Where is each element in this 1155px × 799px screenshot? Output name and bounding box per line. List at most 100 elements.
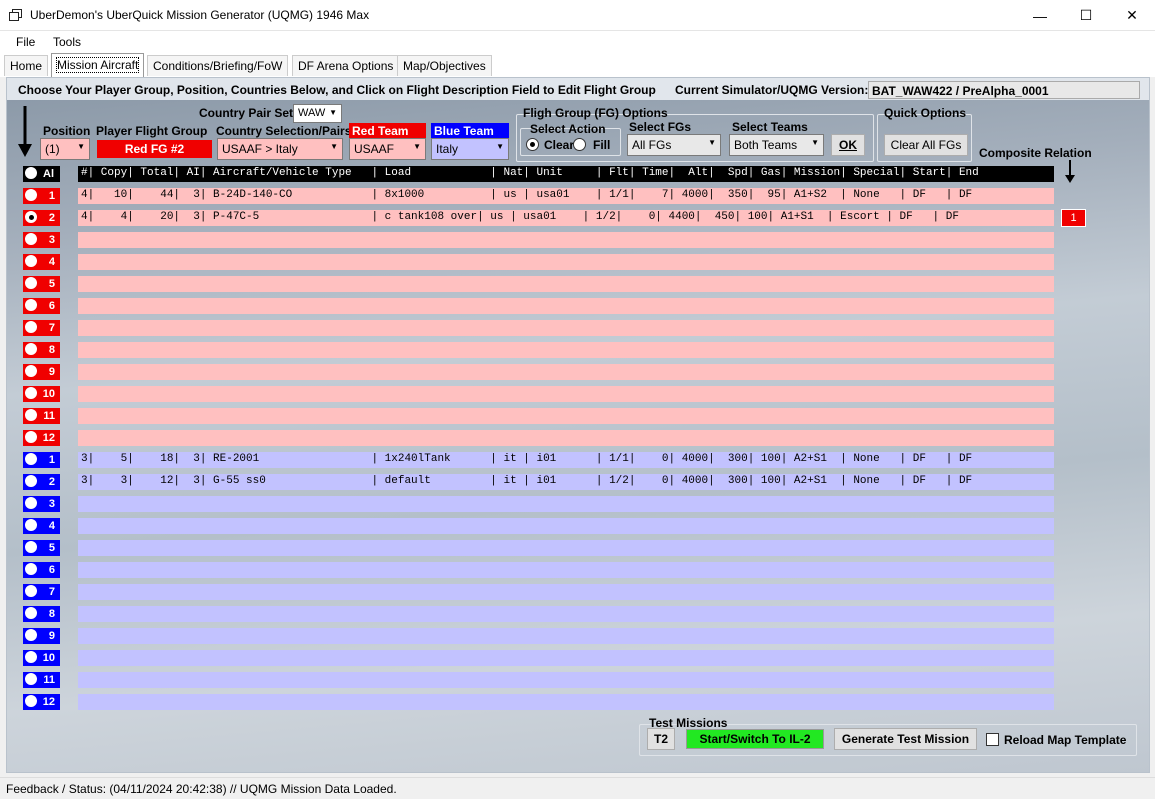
blue-fg-radio[interactable] [25, 563, 37, 575]
select-all-radio[interactable] [25, 167, 37, 179]
red-fg-selector[interactable]: 4 [23, 254, 60, 270]
red-fg-description[interactable] [78, 342, 1054, 358]
red-fg-radio[interactable] [25, 409, 37, 421]
generate-test-mission-button[interactable]: Generate Test Mission [834, 728, 977, 750]
blue-fg-description[interactable] [78, 518, 1054, 534]
red-fg-radio[interactable] [25, 343, 37, 355]
red-fg-selector[interactable]: 6 [23, 298, 60, 314]
red-fg-radio[interactable] [25, 211, 37, 223]
red-fg-description[interactable] [78, 364, 1054, 380]
ok-button[interactable]: OK [831, 134, 865, 156]
blue-fg-selector[interactable]: 1 [23, 452, 60, 468]
red-fg-description[interactable] [78, 232, 1054, 248]
start-il2-button[interactable]: Start/Switch To IL-2 [686, 729, 824, 749]
blue-fg-selector[interactable]: 7 [23, 584, 60, 600]
red-fg-description[interactable] [78, 254, 1054, 270]
red-fg-selector[interactable]: 9 [23, 364, 60, 380]
blue-fg-description[interactable] [78, 694, 1054, 710]
blue-fg-selector[interactable]: 6 [23, 562, 60, 578]
blue-fg-description[interactable] [78, 628, 1054, 644]
blue-fg-selector[interactable]: 12 [23, 694, 60, 710]
red-fg-description[interactable]: 4| 4| 20| 3| P-47C-5 | c tank108 over| u… [78, 210, 1054, 226]
select-fgs-combo[interactable]: All FGs ▼ [627, 134, 721, 156]
red-fg-description[interactable]: 4| 10| 44| 3| B-24D-140-CO | 8x1000 | us… [78, 188, 1054, 204]
red-fg-radio[interactable] [25, 189, 37, 201]
blue-fg-description[interactable]: 3| 3| 12| 3| G-55 ss0 | default | it | i… [78, 474, 1054, 490]
menu-file[interactable]: File [16, 35, 35, 49]
red-fg-selector[interactable]: 12 [23, 430, 60, 446]
tab-home[interactable]: Home [4, 55, 49, 76]
blue-fg-description[interactable] [78, 584, 1054, 600]
red-fg-selector[interactable]: 10 [23, 386, 60, 402]
blue-fg-description[interactable] [78, 672, 1054, 688]
blue-fg-radio[interactable] [25, 651, 37, 663]
blue-fg-description[interactable] [78, 650, 1054, 666]
select-all-row[interactable]: Al [23, 166, 60, 182]
red-fg-radio[interactable] [25, 255, 37, 267]
red-fg-radio[interactable] [25, 299, 37, 311]
blue-fg-selector[interactable]: 2 [23, 474, 60, 490]
red-fg-radio[interactable] [25, 233, 37, 245]
red-fg-description[interactable] [78, 276, 1054, 292]
red-fg-description[interactable] [78, 408, 1054, 424]
blue-fg-description[interactable] [78, 606, 1054, 622]
menu-tools[interactable]: Tools [53, 35, 81, 49]
blue-fg-description[interactable] [78, 540, 1054, 556]
blue-fg-selector[interactable]: 11 [23, 672, 60, 688]
blue-fg-radio[interactable] [25, 541, 37, 553]
red-fg-radio[interactable] [25, 387, 37, 399]
blue-fg-selector[interactable]: 9 [23, 628, 60, 644]
tab-conditions[interactable]: Conditions/Briefing/FoW [147, 55, 289, 76]
fill-radio[interactable] [573, 138, 586, 151]
red-fg-selector[interactable]: 1 [23, 188, 60, 204]
blue-fg-description[interactable]: 3| 5| 18| 3| RE-2001 | 1x240lTank | it |… [78, 452, 1054, 468]
red-fg-description[interactable] [78, 430, 1054, 446]
blue-fg-radio[interactable] [25, 475, 37, 487]
close-button[interactable]: ✕ [1109, 0, 1155, 31]
blue-fg-description[interactable] [78, 562, 1054, 578]
clear-radio[interactable] [526, 138, 539, 151]
red-fg-radio[interactable] [25, 365, 37, 377]
country-selection-combo[interactable]: USAAF > Italy ▼ [217, 138, 343, 160]
red-fg-selector[interactable]: 8 [23, 342, 60, 358]
blue-fg-description[interactable] [78, 496, 1054, 512]
red-fg-selector[interactable]: 11 [23, 408, 60, 424]
red-fg-radio[interactable] [25, 431, 37, 443]
player-fg-value[interactable]: Red FG #2 [97, 140, 212, 158]
country-pair-set-combo[interactable]: WAW ▼ [293, 104, 342, 123]
blue-fg-selector[interactable]: 8 [23, 606, 60, 622]
red-fg-description[interactable] [78, 320, 1054, 336]
select-teams-combo[interactable]: Both Teams ▼ [729, 134, 824, 156]
blue-fg-selector[interactable]: 3 [23, 496, 60, 512]
red-fg-radio[interactable] [25, 277, 37, 289]
blue-fg-radio[interactable] [25, 585, 37, 597]
blue-fg-radio[interactable] [25, 453, 37, 465]
clear-all-fgs-button[interactable]: Clear All FGs [884, 134, 968, 156]
reload-map-checkbox[interactable] [986, 733, 999, 746]
red-fg-selector[interactable]: 5 [23, 276, 60, 292]
red-team-combo[interactable]: USAAF ▼ [349, 138, 426, 160]
maximize-button[interactable]: ☐ [1063, 0, 1109, 31]
blue-fg-selector[interactable]: 5 [23, 540, 60, 556]
tab-map-objectives[interactable]: Map/Objectives [397, 55, 492, 76]
red-fg-selector[interactable]: 3 [23, 232, 60, 248]
tab-mission-aircraft[interactable]: Mission Aircraft [51, 53, 145, 77]
red-fg-radio[interactable] [25, 321, 37, 333]
composite-relation-value[interactable]: 1 [1061, 209, 1086, 227]
position-combo[interactable]: (1) ▼ [40, 138, 90, 160]
red-fg-selector[interactable]: 2 [23, 210, 60, 226]
blue-fg-radio[interactable] [25, 497, 37, 509]
red-fg-selector[interactable]: 7 [23, 320, 60, 336]
blue-fg-radio[interactable] [25, 519, 37, 531]
blue-fg-radio[interactable] [25, 673, 37, 685]
red-fg-description[interactable] [78, 298, 1054, 314]
red-fg-description[interactable] [78, 386, 1054, 402]
blue-fg-radio[interactable] [25, 607, 37, 619]
blue-fg-selector[interactable]: 4 [23, 518, 60, 534]
tab-df-arena[interactable]: DF Arena Options [292, 55, 400, 76]
blue-fg-radio[interactable] [25, 629, 37, 641]
blue-team-combo[interactable]: Italy ▼ [431, 138, 509, 160]
blue-fg-selector[interactable]: 10 [23, 650, 60, 666]
blue-fg-radio[interactable] [25, 695, 37, 707]
t2-button[interactable]: T2 [647, 728, 675, 750]
